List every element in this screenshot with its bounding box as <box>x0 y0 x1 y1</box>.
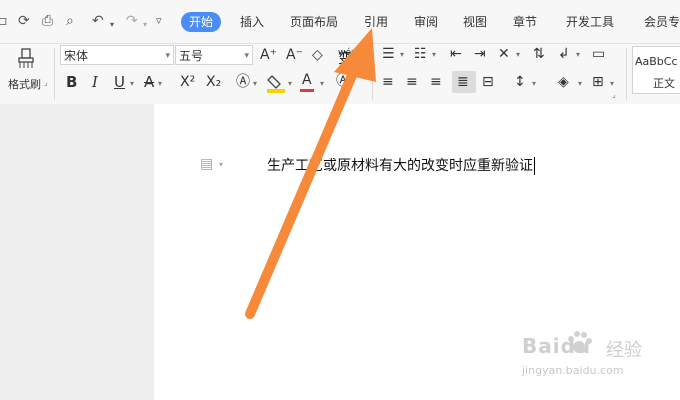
watermark-url: jingyan.baidu.com <box>522 364 624 377</box>
watermark-product: 经验 <box>606 340 642 361</box>
watermark-brand: Baidu <box>522 334 592 358</box>
